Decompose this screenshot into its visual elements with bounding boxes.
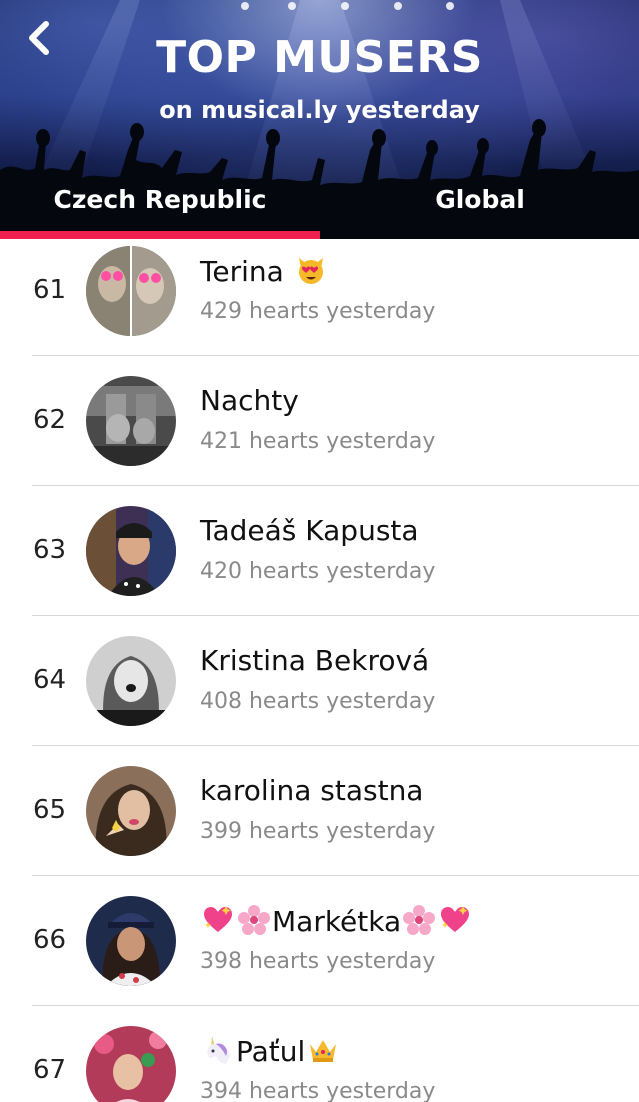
rank-number: 61 [33,275,67,305]
top-musers-screen: TOP MUSERS on musical.ly yesterday Czech… [0,0,639,1102]
list-item[interactable]: 66 Markétka 398 hearts yesterday [0,889,639,1019]
avatar [86,376,176,466]
list-item[interactable]: 63 Tadeáš Kapusta 420 hearts yesterday [0,499,639,629]
list-item[interactable]: 64 Kristina Bekrová 408 hearts yesterday [0,629,639,759]
user-name: Paťul [200,1034,341,1068]
musers-list: 61 Terina 429 hearts yesterday 62 Nachty… [0,239,639,1102]
user-name: karolina stastna [200,774,424,807]
sparkling-heart-emoji-icon [441,906,470,932]
hearts-count: 420 hearts yesterday [200,559,436,584]
cherry-blossom-emoji-icon [403,905,436,935]
hearts-count: 408 hearts yesterday [200,689,436,714]
user-name: Markétka [200,904,473,938]
avatar [86,506,176,596]
row-divider [32,485,639,486]
user-name: Terina [200,254,329,288]
hearts-count: 429 hearts yesterday [200,299,436,324]
page-subtitle: on musical.ly yesterday [159,96,480,124]
rank-number: 67 [33,1055,67,1085]
cherry-blossom-emoji-icon [238,905,270,935]
unicorn-emoji-icon [207,1036,230,1064]
list-item[interactable]: 61 Terina 429 hearts yesterday [0,239,639,369]
avatar [86,636,176,726]
user-name: Tadeáš Kapusta [200,514,419,547]
heart-eyes-cat-emoji-icon [298,258,323,284]
rank-number: 62 [33,405,67,435]
rank-number: 66 [33,925,67,955]
row-divider [32,745,639,746]
header-banner: TOP MUSERS on musical.ly yesterday Czech… [0,0,639,239]
tab-czech-republic[interactable]: Czech Republic [0,180,320,220]
hearts-count: 398 hearts yesterday [200,949,436,974]
page-title: TOP MUSERS [156,32,483,83]
list-item[interactable]: 62 Nachty 421 hearts yesterday [0,369,639,499]
tab-global[interactable]: Global [320,180,639,220]
avatar [86,766,176,856]
hearts-count: 394 hearts yesterday [200,1079,436,1102]
row-divider [32,355,639,356]
avatar [86,896,176,986]
list-item[interactable]: 65 karolina stastna 399 hearts yesterday [0,759,639,889]
user-name: Nachty [200,384,299,417]
row-divider [32,615,639,616]
avatar [86,246,176,336]
crown-emoji-icon [310,1040,337,1062]
hearts-count: 399 hearts yesterday [200,819,436,844]
rank-number: 63 [33,535,67,565]
row-divider [32,875,639,876]
active-tab-indicator [0,231,320,239]
rank-number: 64 [33,665,67,695]
rank-number: 65 [33,795,67,825]
sparkling-heart-emoji-icon [204,906,232,932]
avatar [86,1026,176,1102]
user-name: Kristina Bekrová [200,644,430,677]
row-divider [32,1005,639,1006]
list-item[interactable]: 67 Paťul 394 hearts yesterday [0,1019,639,1102]
hearts-count: 421 hearts yesterday [200,429,436,454]
